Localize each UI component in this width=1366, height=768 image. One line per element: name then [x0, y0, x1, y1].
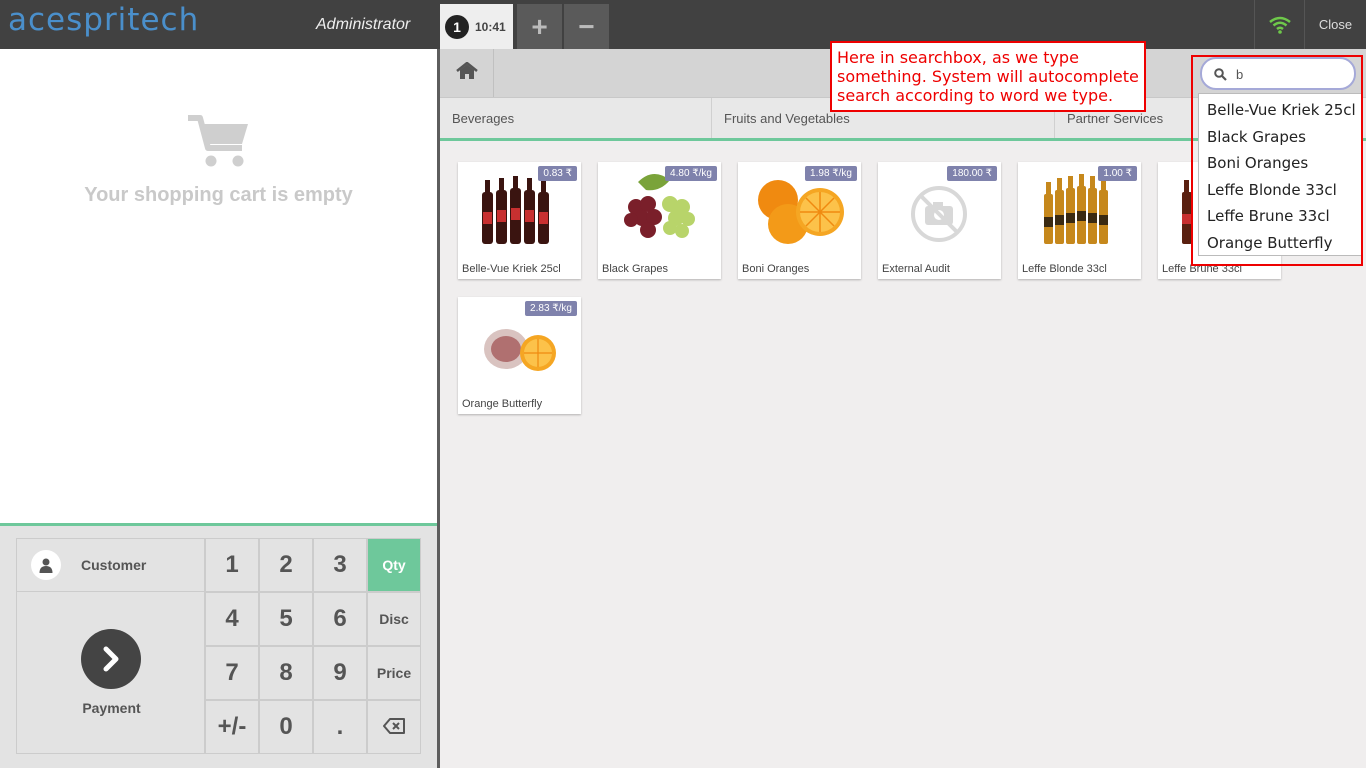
- numpad-area: Customer Payment 1 2 3 Qty 4 5 6 Disc 7 …: [0, 523, 437, 768]
- payment-label: Payment: [82, 700, 141, 716]
- add-order-button[interactable]: +: [517, 4, 562, 49]
- search-box[interactable]: [1200, 57, 1356, 90]
- price-mode-button[interactable]: Price: [367, 646, 421, 700]
- home-button[interactable]: [440, 49, 494, 97]
- autocomplete-item[interactable]: Boni Oranges: [1199, 150, 1361, 177]
- product-name: Leffe Blonde 33cl: [1022, 263, 1107, 275]
- product-name: Leffe Brune 33cl: [1162, 263, 1242, 275]
- price-tag: 2.83 ₹/kg: [525, 301, 577, 316]
- order-tab[interactable]: 1 10:41: [440, 4, 513, 49]
- numpad-key-1[interactable]: 1: [205, 538, 259, 592]
- payment-button[interactable]: Payment: [16, 592, 205, 754]
- backspace-button[interactable]: [367, 700, 421, 754]
- numpad-key-7[interactable]: 7: [205, 646, 259, 700]
- numpad-key-0[interactable]: 0: [259, 700, 313, 754]
- price-tag: 1.98 ₹/kg: [805, 166, 857, 181]
- product-card[interactable]: 4.80 ₹/kg Black Grapes: [598, 162, 721, 279]
- numpad-key-3[interactable]: 3: [313, 538, 367, 592]
- product-card[interactable]: 2.83 ₹/kg Orange Butterfly: [458, 297, 581, 414]
- remove-order-button[interactable]: −: [564, 4, 609, 49]
- price-tag: 1.00 ₹: [1098, 166, 1137, 181]
- product-card[interactable]: 1.00 ₹ Leffe Blonde 33cl: [1018, 162, 1141, 279]
- category-beverages[interactable]: Beverages: [440, 98, 712, 138]
- numpad-key-4[interactable]: 4: [205, 592, 259, 646]
- top-bar: acespritech Administrator 1 10:41 + − Cl…: [0, 0, 1366, 49]
- autocomplete-item[interactable]: Belle-Vue Kriek 25cl: [1199, 97, 1361, 124]
- backspace-icon: [383, 713, 405, 741]
- price-tag: 4.80 ₹/kg: [665, 166, 717, 181]
- chevron-right-icon: [81, 629, 141, 689]
- autocomplete-item[interactable]: Orange Butterfly: [1199, 230, 1361, 257]
- home-icon: [455, 60, 478, 85]
- order-number: 1: [445, 14, 469, 39]
- product-card[interactable]: 180.00 ₹ External Audit: [878, 162, 1001, 279]
- product-name: Black Grapes: [602, 263, 669, 275]
- user-name[interactable]: Administrator: [316, 16, 410, 34]
- product-name: Boni Oranges: [742, 263, 810, 275]
- numpad-key-8[interactable]: 8: [259, 646, 313, 700]
- customer-label: Customer: [81, 557, 147, 573]
- qty-mode-button[interactable]: Qty: [367, 538, 421, 592]
- autocomplete-item[interactable]: Leffe Blonde 33cl: [1199, 177, 1361, 204]
- shopping-cart-icon: [0, 114, 437, 170]
- annotation-callout: Here in searchbox, as we type something.…: [830, 41, 1146, 112]
- numpad-key-2[interactable]: 2: [259, 538, 313, 592]
- numpad-key-5[interactable]: 5: [259, 592, 313, 646]
- product-card[interactable]: 1.98 ₹/kg Boni Oranges: [738, 162, 861, 279]
- price-tag: 0.83 ₹: [538, 166, 577, 181]
- user-icon: [31, 550, 61, 580]
- autocomplete-list: Belle-Vue Kriek 25cl Black Grapes Boni O…: [1198, 93, 1362, 256]
- wifi-icon[interactable]: [1254, 0, 1304, 49]
- product-name: External Audit: [882, 263, 950, 275]
- numpad-key-dot[interactable]: .: [313, 700, 367, 754]
- company-logo: acespritech: [8, 2, 200, 38]
- empty-cart-text: Your shopping cart is empty: [84, 184, 353, 206]
- close-button[interactable]: Close: [1304, 0, 1366, 49]
- empty-cart: Your shopping cart is empty: [0, 114, 437, 207]
- customer-button[interactable]: Customer: [16, 538, 205, 592]
- autocomplete-item[interactable]: Black Grapes: [1199, 124, 1361, 151]
- search-icon: [1214, 68, 1227, 86]
- price-tag: 180.00 ₹: [947, 166, 997, 181]
- search-input[interactable]: [1236, 65, 1346, 83]
- numpad-key-6[interactable]: 6: [313, 592, 367, 646]
- order-time: 10:41: [475, 19, 506, 34]
- product-name: Orange Butterfly: [462, 398, 543, 410]
- autocomplete-item[interactable]: Leffe Brune 33cl: [1199, 203, 1361, 230]
- product-name: Belle-Vue Kriek 25cl: [462, 263, 561, 275]
- numpad-key-9[interactable]: 9: [313, 646, 367, 700]
- disc-mode-button[interactable]: Disc: [367, 592, 421, 646]
- product-card[interactable]: 0.83 ₹ Belle-Vue Kriek 25cl: [458, 162, 581, 279]
- numpad-key-plus-minus[interactable]: +/-: [205, 700, 259, 754]
